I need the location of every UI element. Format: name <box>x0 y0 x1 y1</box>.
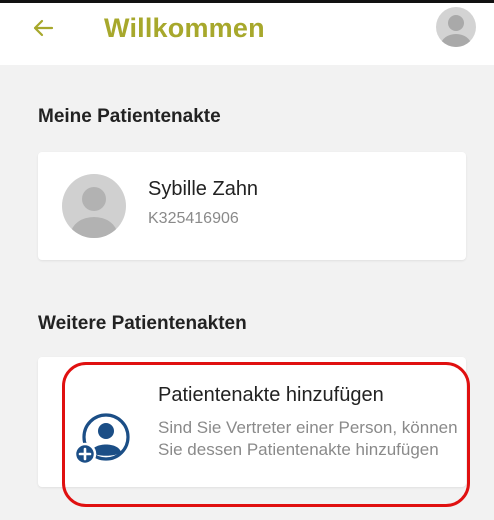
add-person-icon <box>73 413 130 466</box>
patient-avatar-icon <box>62 174 126 238</box>
section-title-my-record: Meine Patientenakte <box>38 106 221 127</box>
my-record-card[interactable]: Sybille Zahn K325416906 <box>38 152 466 260</box>
patient-name: Sybille Zahn <box>148 178 259 200</box>
patient-id: K325416906 <box>148 210 239 227</box>
page-title: Willkommen <box>104 13 265 43</box>
add-record-description: Sind Sie Vertreter einer Person, können … <box>158 418 458 459</box>
app-header: Willkommen <box>0 3 494 65</box>
add-record-card[interactable]: Patientenakte hinzufügen Sind Sie Vertre… <box>38 357 466 487</box>
user-avatar-icon[interactable] <box>436 7 476 47</box>
arrow-left-icon[interactable] <box>30 15 56 41</box>
add-record-title: Patientenakte hinzufügen <box>158 384 384 406</box>
section-title-other-records: Weitere Patientenakten <box>38 313 247 334</box>
